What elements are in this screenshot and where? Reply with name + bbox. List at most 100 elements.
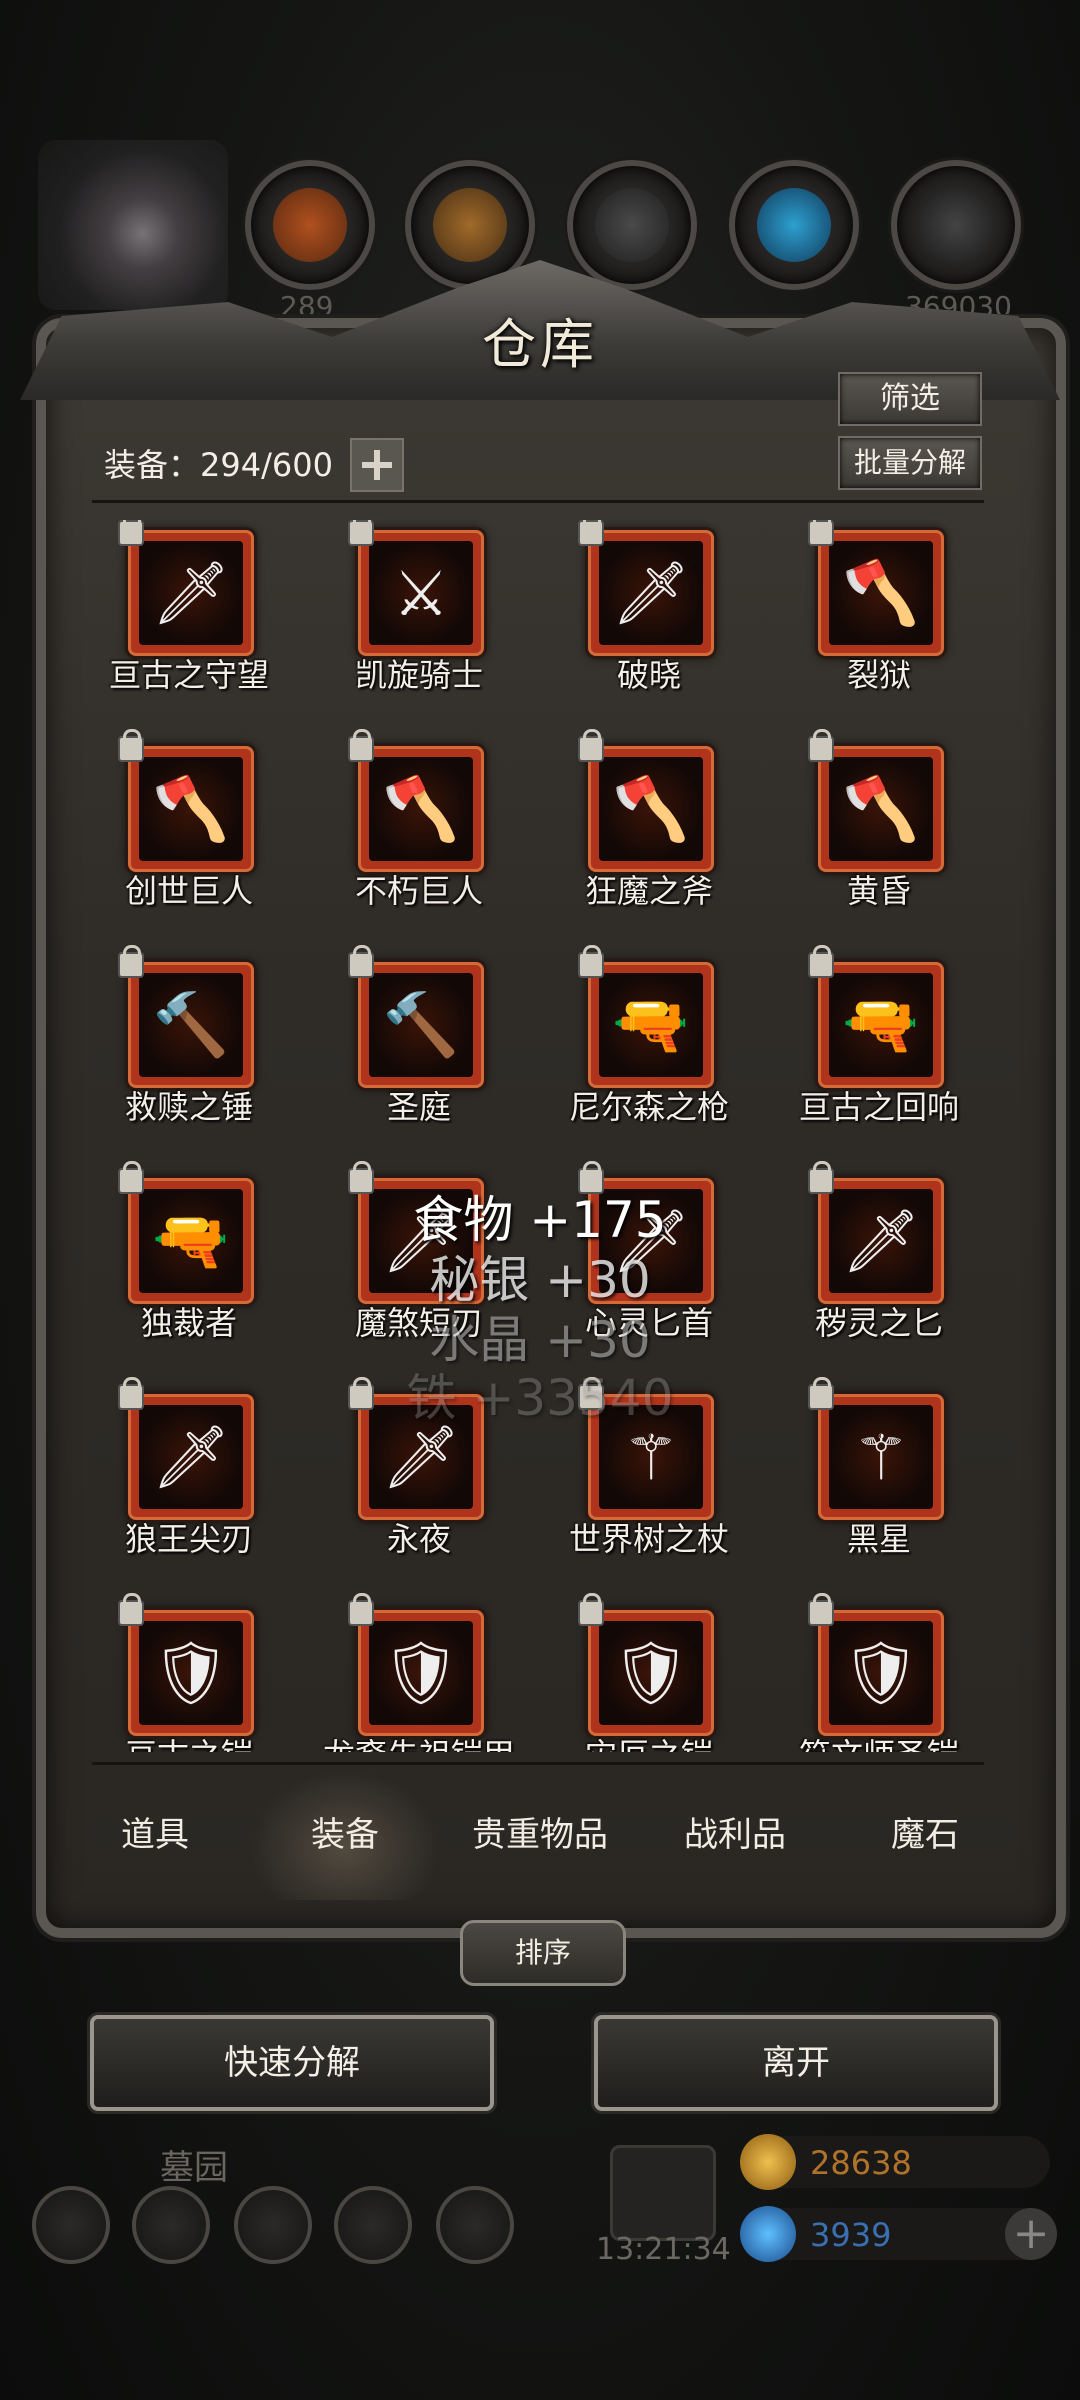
lock-icon[interactable]: [808, 945, 834, 978]
battleaxe-icon: 🪓: [842, 772, 920, 845]
item-slot: 🪓: [139, 757, 243, 861]
filter-button[interactable]: 筛选: [838, 372, 982, 426]
equipment-item[interactable]: 🪓 狂魔之斧: [534, 729, 764, 936]
lock-icon[interactable]: [808, 520, 834, 546]
lock-icon[interactable]: [348, 945, 374, 978]
sword-icon: 🗡: [611, 556, 691, 629]
armor-icon: 🛡: [381, 1636, 461, 1709]
mithril-resource-slot[interactable]: [891, 160, 1021, 290]
equipment-item[interactable]: ⚔ 凯旋骑士: [304, 520, 534, 720]
armor-icon: 🛡: [151, 1636, 231, 1709]
gold-amount: 28638: [810, 2144, 912, 2182]
category-tabs: 道具 装备 贵重物品 战利品 魔石: [60, 1770, 1020, 1900]
battleaxe-icon: 🪓: [152, 772, 230, 845]
item-frame: 🪓: [818, 530, 944, 656]
hammer-icon: 🔨: [152, 988, 230, 1061]
quick-decompose-button[interactable]: 快速分解: [90, 2015, 494, 2111]
add-gems-button[interactable]: +: [1005, 2208, 1057, 2260]
lock-icon[interactable]: [808, 1593, 834, 1626]
item-slot: 🪓: [599, 757, 703, 861]
menu-icon[interactable]: [436, 2186, 514, 2264]
crystal-icon: [757, 188, 831, 262]
mail-icon[interactable]: [334, 2186, 412, 2264]
gold-counter: 28638: [740, 2134, 1050, 2190]
page-title: 仓库: [482, 313, 598, 376]
lock-icon[interactable]: [578, 520, 604, 546]
item-slot: 🪓: [829, 541, 933, 645]
pistol-icon: 🔫: [612, 988, 690, 1061]
achievement-icon[interactable]: [132, 2186, 210, 2264]
lock-icon[interactable]: [808, 729, 834, 762]
lock-icon[interactable]: [578, 945, 604, 978]
blue-gem-icon: [740, 2206, 796, 2262]
item-name: 龙裔先祖铠甲: [304, 1730, 534, 1752]
tab-loot[interactable]: 战利品: [640, 1770, 830, 1900]
gift-box-icon[interactable]: [610, 2145, 716, 2241]
item-slot: 🪓: [369, 757, 473, 861]
equipment-item[interactable]: 🗡 亘古之守望: [74, 520, 304, 720]
gem-counter: 3939: [740, 2206, 1050, 2262]
item-slot: 🛡: [829, 1621, 933, 1725]
gem-amount: 3939: [810, 2216, 892, 2254]
equipment-item[interactable]: 🔨 救赎之锤: [74, 945, 304, 1152]
lock-icon[interactable]: [348, 520, 374, 546]
bulk-decompose-button[interactable]: 批量分解: [838, 436, 982, 490]
iron-resource-slot[interactable]: [567, 160, 697, 290]
tab-magic-stones[interactable]: 魔石: [830, 1770, 1020, 1900]
iron-icon: [595, 188, 669, 262]
item-name: 圣庭: [386, 1088, 451, 1126]
lock-icon[interactable]: [118, 520, 144, 546]
item-slot: 🔨: [139, 973, 243, 1077]
equipment-item[interactable]: 🪓 裂狱: [764, 520, 994, 720]
item-frame: 🗡: [128, 530, 254, 656]
item-slot: 🗡: [139, 541, 243, 645]
lock-icon[interactable]: [348, 729, 374, 762]
lock-icon[interactable]: [578, 1593, 604, 1626]
equipment-item[interactable]: 🔫 尼尔森之枪: [534, 945, 764, 1152]
crystal-resource-slot[interactable]: [729, 160, 859, 290]
map-icon[interactable]: [234, 2186, 312, 2264]
location-label: 墓园: [160, 2148, 228, 2188]
leave-button[interactable]: 离开: [594, 2015, 998, 2111]
item-name: 破晓: [616, 656, 681, 694]
expand-capacity-button[interactable]: [350, 438, 404, 492]
tabs-divider: [92, 1762, 984, 1765]
wood-icon: [433, 188, 507, 262]
equipment-item[interactable]: 🔨 圣庭: [304, 945, 534, 1152]
tab-items[interactable]: 道具: [60, 1770, 250, 1900]
equipment-item[interactable]: 🔫 亘古之回响: [764, 945, 994, 1152]
lock-icon[interactable]: [578, 729, 604, 762]
item-name: 救赎之锤: [124, 1088, 253, 1126]
sort-button[interactable]: 排序: [460, 1920, 626, 1986]
equipment-item[interactable]: 🛡 亘古之铠: [74, 1593, 304, 1752]
equipment-item[interactable]: 🪓 黄昏: [764, 729, 994, 936]
equipment-item[interactable]: 🪓 不朽巨人: [304, 729, 534, 936]
lock-icon[interactable]: [118, 945, 144, 978]
item-frame: ⚔: [358, 530, 484, 656]
item-frame: 🔨: [358, 962, 484, 1088]
axe-icon: 🪓: [842, 556, 920, 629]
lock-icon[interactable]: [118, 729, 144, 762]
equipment-item[interactable]: 🗡 破晓: [534, 520, 764, 720]
item-name: 符文师圣铠: [764, 1730, 994, 1752]
tab-valuables[interactable]: 贵重物品: [445, 1770, 635, 1900]
tab-equipment[interactable]: 装备: [250, 1770, 440, 1900]
item-slot: 🛡: [139, 1621, 243, 1725]
settings-icon[interactable]: [32, 2186, 110, 2264]
pistol-icon: 🔫: [842, 988, 920, 1061]
item-frame: 🪓: [128, 746, 254, 872]
axe-icon: 🪓: [612, 772, 690, 845]
armor-icon: 🛡: [611, 1636, 691, 1709]
equipment-item[interactable]: 🪓 创世巨人: [74, 729, 304, 936]
lock-icon[interactable]: [118, 1593, 144, 1626]
item-name: 黄昏: [846, 872, 911, 910]
equipment-item[interactable]: 🛡 灾厄之铠: [534, 1593, 764, 1752]
food-resource-slot[interactable]: [245, 160, 375, 290]
armor-icon: 🛡: [841, 1636, 921, 1709]
lock-icon[interactable]: [348, 1593, 374, 1626]
item-name: 亘古之回响: [798, 1088, 959, 1126]
equipment-item[interactable]: 🛡 龙裔先祖铠甲: [304, 1593, 534, 1752]
item-name: 裂狱: [846, 656, 911, 694]
item-name: 创世巨人: [124, 872, 253, 910]
equipment-item[interactable]: 🛡 符文师圣铠: [764, 1593, 994, 1752]
